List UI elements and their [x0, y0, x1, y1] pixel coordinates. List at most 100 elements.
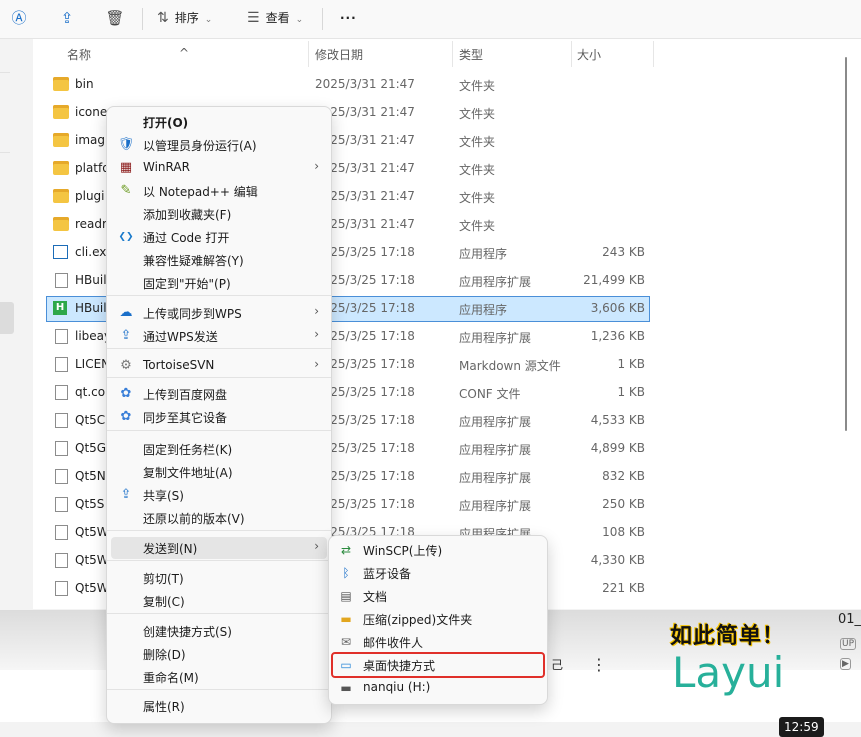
send-to-item[interactable]: ▬ nanqiu (H:) [333, 677, 543, 699]
video-more-icon[interactable]: ⋮ [591, 655, 607, 674]
context-menu-item[interactable]: ☁ 上传或同步到WPS › [111, 302, 327, 324]
file-name: Qt5G [75, 441, 107, 455]
file-icon [55, 273, 68, 288]
file-type: 应用程序扩展 [459, 331, 532, 345]
context-menu-label: 发送到(N) [143, 542, 198, 556]
context-menu-label: 剪切(T) [143, 572, 184, 586]
menu-separator [107, 560, 331, 561]
context-menu-label: 以 Notepad++ 编辑 [143, 185, 258, 199]
promo-text: 如此简单！ [670, 624, 786, 649]
file-name: Qt5C [75, 413, 106, 427]
column-divider[interactable] [653, 41, 654, 67]
chevron-right-icon: › [314, 159, 319, 173]
send-to-item[interactable]: ⇄ WinSCP(上传) [333, 539, 543, 561]
send-to-item[interactable]: ▭ 桌面快捷方式 [331, 652, 545, 678]
context-menu-item[interactable]: 删除(D) [111, 643, 327, 665]
file-name: qt.co [75, 385, 106, 399]
context-menu-item[interactable]: 复制(C) [111, 590, 327, 612]
column-divider[interactable] [308, 41, 309, 67]
context-menu-label: 复制(C) [143, 595, 185, 609]
chevron-right-icon: › [314, 327, 319, 341]
context-menu-item[interactable]: ⇪ 通过WPS发送 › [111, 325, 327, 347]
send-to-label: nanqiu (H:) [363, 680, 431, 694]
send-to-item[interactable]: ᛒ 蓝牙设备 [333, 562, 543, 584]
context-menu-item[interactable]: ✿ 同步至其它设备 [111, 406, 327, 428]
application-icon [53, 245, 68, 259]
column-size[interactable]: 大小 [577, 46, 601, 63]
file-name: Qt5W [75, 581, 109, 595]
file-size: 1 KB [617, 357, 645, 371]
context-menu-item[interactable]: 重命名(M) [111, 666, 327, 688]
file-icon [55, 357, 68, 372]
video-title[interactable]: 01_ [838, 612, 861, 627]
file-name: Qt5N [75, 469, 106, 483]
delete-icon[interactable]: 🗑 [105, 8, 125, 28]
context-menu-label: 打开(O) [143, 116, 189, 130]
menu-separator [107, 295, 331, 296]
file-type: 应用程序扩展 [459, 275, 532, 289]
column-divider[interactable] [452, 41, 453, 67]
context-menu-item[interactable]: ▦ WinRAR › [111, 157, 327, 179]
column-divider[interactable] [571, 41, 572, 67]
file-icon [55, 385, 68, 400]
sort-button[interactable]: ⇅ 排序 ⌄ [157, 7, 212, 29]
context-menu-item[interactable]: 创建快捷方式(S) [111, 620, 327, 642]
shield-icon: 🛡 [117, 137, 135, 152]
file-date: 2025/3/31 21:47 [315, 77, 415, 91]
context-menu-item[interactable]: 添加到收藏夹(F) [111, 203, 327, 225]
send-to-item[interactable]: ▬ 压缩(zipped)文件夹 [333, 608, 543, 630]
column-type[interactable]: 类型 [459, 46, 483, 63]
context-menu-item[interactable]: ⚙ TortoiseSVN › [111, 355, 327, 377]
send-to-item[interactable]: ▤ 文档 [333, 585, 543, 607]
file-type: 应用程序扩展 [459, 499, 532, 513]
context-menu-item[interactable]: 兼容性疑难解答(Y) [111, 249, 327, 271]
view-label: 查看 [265, 11, 290, 25]
column-date[interactable]: 修改日期 [315, 46, 363, 63]
context-menu-item[interactable]: 🛡 以管理员身份运行(A) [111, 134, 327, 156]
context-menu-label: 上传到百度网盘 [143, 388, 228, 402]
folder-icon [53, 189, 69, 203]
context-menu-item[interactable]: 打开(O) [111, 111, 327, 133]
context-menu-item[interactable]: 固定到任务栏(K) [111, 438, 327, 460]
context-menu-item[interactable]: 发送到(N) › [111, 537, 327, 559]
folder-icon [53, 105, 69, 119]
file-type: 文件夹 [459, 107, 496, 121]
context-menu-item[interactable]: 还原以前的版本(V) [111, 507, 327, 529]
send-to-item[interactable]: ✉ 邮件收件人 [333, 631, 543, 653]
vertical-scrollbar[interactable] [845, 57, 847, 431]
column-name[interactable]: 名称 [67, 46, 91, 63]
send-to-label: 文档 [363, 590, 388, 604]
file-name: icone [75, 105, 108, 119]
desktop-icon: ▭ [340, 658, 352, 672]
context-menu-item[interactable]: ✎ 以 Notepad++ 编辑 [111, 180, 327, 202]
file-size: 4,330 KB [590, 553, 645, 567]
nav-divider [0, 72, 10, 73]
sort-ascending-icon: ^ [179, 46, 190, 60]
chevron-down-icon: ⌄ [204, 15, 213, 25]
more-options-button[interactable]: ··· [340, 7, 357, 29]
sort-icon: ⇅ [157, 10, 169, 26]
nav-selected-item[interactable] [0, 302, 14, 334]
context-menu-item[interactable]: ❮❯ 通过 Code 打开 [111, 226, 327, 248]
document-icon: ▤ [340, 589, 352, 603]
context-menu-item[interactable]: 剪切(T) [111, 567, 327, 589]
context-menu-item[interactable]: 固定到"开始"(P) [111, 272, 327, 294]
file-icon [55, 469, 68, 484]
context-menu-label: 重命名(M) [143, 671, 199, 685]
file-name: Qt5S [75, 497, 105, 511]
context-menu-item[interactable]: ✿ 上传到百度网盘 [111, 383, 327, 405]
rename-icon[interactable]: Ⓐ [9, 8, 29, 28]
file-type: 文件夹 [459, 191, 496, 205]
share-icon[interactable]: ⇪ [57, 8, 77, 28]
context-menu-item[interactable]: 复制文件地址(A) [111, 461, 327, 483]
file-type: 应用程序扩展 [459, 471, 532, 485]
context-menu-item[interactable]: 属性(R) [111, 695, 327, 717]
file-size: 1 KB [617, 385, 645, 399]
file-type: 文件夹 [459, 79, 496, 93]
file-row[interactable]: bin 2025/3/31 21:47 文件夹 [47, 73, 649, 97]
context-menu-label: 创建快捷方式(S) [143, 625, 232, 639]
tortoise-icon: ⚙ [120, 358, 132, 373]
context-menu-item[interactable]: ⇪ 共享(S) [111, 484, 327, 506]
view-button[interactable]: ☰ 查看 ⌄ [247, 7, 303, 29]
share-icon: ⇪ [120, 328, 132, 343]
